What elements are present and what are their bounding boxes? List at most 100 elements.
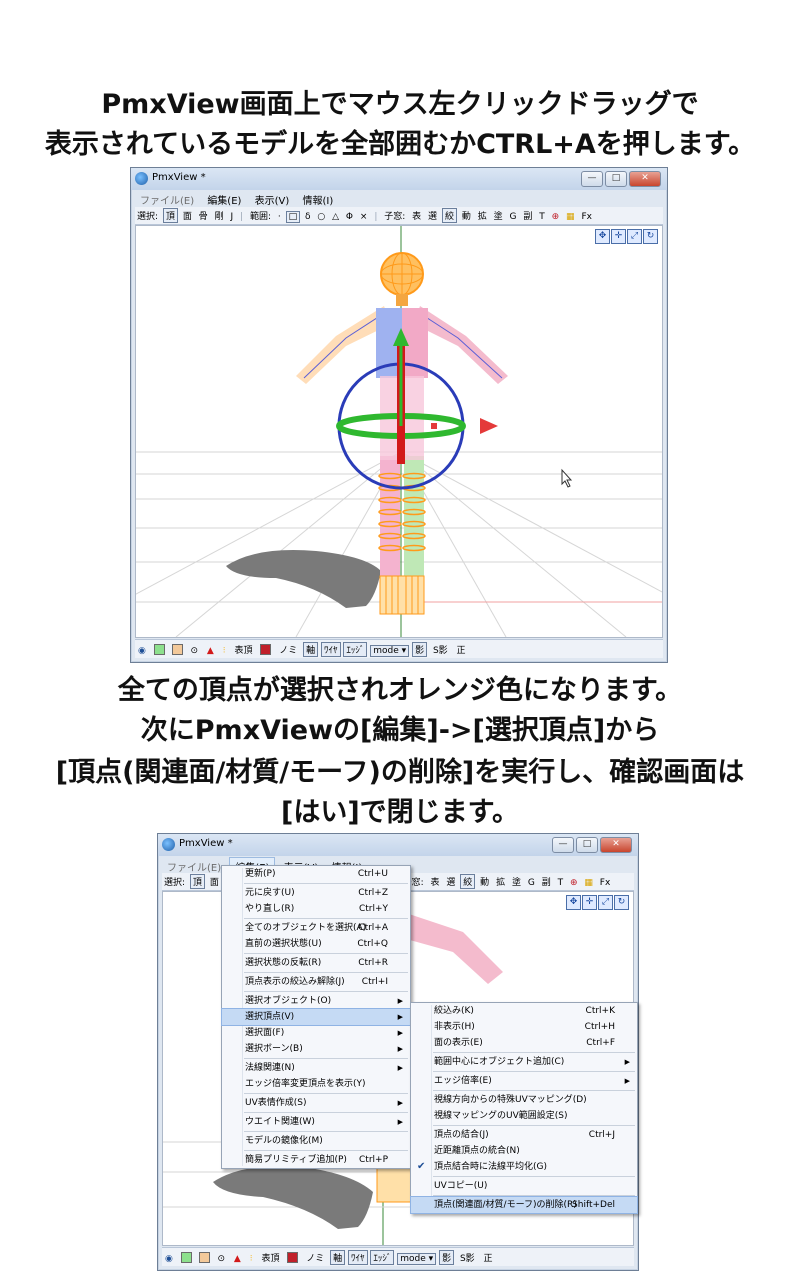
material-color-icon[interactable] — [198, 1252, 210, 1263]
child-g[interactable]: G — [508, 210, 519, 222]
range-triangle[interactable]: △ — [330, 210, 341, 222]
child-paint[interactable]: 塗 — [510, 873, 523, 888]
edge-toggle[interactable]: ｴｯｼﾞ — [343, 642, 368, 657]
child-table[interactable]: 表 — [410, 207, 423, 222]
red-triangle-icon[interactable]: ▲ — [204, 643, 217, 656]
axis-toggle[interactable]: 軸 — [330, 1250, 346, 1265]
edit-menu-item[interactable]: エッジ倍率変更頂点を表示(Y) — [222, 1076, 410, 1092]
menu-info[interactable]: 情報(I) — [297, 191, 338, 207]
self-shadow-toggle[interactable]: S影 — [457, 1248, 478, 1264]
select-mode-face[interactable]: 面 — [181, 207, 194, 222]
edit-menu-item[interactable]: 選択オブジェクト(O) ▶ — [222, 993, 410, 1009]
material-swatch[interactable] — [260, 644, 272, 655]
select-mode-face[interactable]: 面 — [208, 873, 221, 888]
red-triangle-icon[interactable]: ▲ — [231, 1251, 244, 1264]
title-bar[interactable]: PmxView * — □ ✕ — [131, 168, 667, 190]
front-view-button[interactable]: 正 — [454, 640, 469, 656]
range-x[interactable]: × — [358, 210, 370, 222]
edit-menu-item[interactable]: ウエイト関連(W) ▶ — [222, 1114, 410, 1130]
menu-edit[interactable]: 編集(E) — [202, 191, 246, 207]
child-filter[interactable]: 絞 — [460, 874, 476, 889]
maximize-button[interactable]: □ — [605, 171, 627, 187]
vertex-submenu-item[interactable]: 非表示(H) Ctrl+H — [411, 1019, 637, 1035]
edit-menu-item[interactable]: 更新(P) Ctrl+U — [222, 866, 410, 882]
maximize-button[interactable]: □ — [576, 837, 598, 853]
edit-menu-item[interactable]: 選択頂点(V) ▶ — [221, 1008, 411, 1026]
grid-toggle-icon[interactable]: ▦ — [564, 210, 577, 222]
child-sub[interactable]: 副 — [540, 873, 553, 888]
child-scale[interactable]: 拡 — [494, 873, 507, 888]
range-rect[interactable]: □ — [285, 211, 301, 223]
bone-display-icon[interactable]: ⁝ — [247, 1251, 256, 1264]
child-select[interactable]: 選 — [444, 873, 457, 888]
bone-display-icon[interactable]: ⁝ — [220, 643, 229, 656]
edit-menu-item[interactable]: 元に戻す(U) Ctrl+Z — [222, 885, 410, 901]
vertex-submenu-item[interactable]: エッジ倍率(E) ▶ — [411, 1073, 637, 1089]
front-view-button[interactable]: 正 — [481, 1248, 496, 1264]
gizmo-toggle-icon[interactable]: ⊕ — [550, 210, 562, 222]
menu-file[interactable]: ファイル(E) — [135, 191, 199, 207]
edit-menu-item[interactable]: 頂点表示の絞込み解除(J) Ctrl+I — [222, 974, 410, 990]
mode-dropdown[interactable]: mode ▾ — [397, 1253, 437, 1265]
child-move[interactable]: 動 — [460, 207, 473, 222]
vertex-submenu-item[interactable]: 視線方向からの特殊UVマッピング(D) — [411, 1092, 637, 1108]
select-mode-vertex[interactable]: 頂 — [162, 208, 178, 223]
menu-view[interactable]: 表示(V) — [250, 191, 295, 207]
child-t[interactable]: T — [537, 210, 547, 222]
vertex-submenu-item[interactable]: 近距離頂点の統合(N) — [411, 1143, 637, 1159]
minimize-button[interactable]: — — [552, 837, 574, 853]
shadow-toggle[interactable]: 影 — [412, 642, 428, 657]
edit-menu-item[interactable]: 簡易プリミティブ追加(P) Ctrl+P — [222, 1152, 410, 1168]
edit-menu-item[interactable]: 直前の選択状態(U) Ctrl+Q — [222, 936, 410, 952]
fx-button[interactable]: Fx — [579, 210, 594, 222]
vertex-submenu-item[interactable]: 面の表示(E) Ctrl+F — [411, 1035, 637, 1051]
axis-toggle[interactable]: 軸 — [303, 642, 319, 657]
self-shadow-toggle[interactable]: S影 — [430, 640, 451, 656]
child-g[interactable]: G — [526, 876, 537, 888]
select-mode-joint[interactable]: J — [228, 210, 235, 222]
child-move[interactable]: 動 — [478, 873, 491, 888]
vertex-submenu-item[interactable]: 頂点(関連面/材質/モーフ)の削除(R) Shift+Del — [410, 1196, 638, 1214]
3d-viewport[interactable]: ✥ ✛ ⤢ ↻ — [135, 225, 663, 638]
close-button[interactable]: ✕ — [600, 837, 632, 853]
child-sub[interactable]: 副 — [521, 207, 534, 222]
edit-menu-item[interactable]: モデルの鏡像化(M) — [222, 1133, 410, 1149]
edit-menu-item[interactable]: 全てのオブジェクトを選択(A) Ctrl+A — [222, 920, 410, 936]
child-paint[interactable]: 塗 — [492, 207, 505, 222]
wire-toggle[interactable]: ﾜｲﾔ — [321, 642, 341, 657]
title-bar[interactable]: PmxView * — □ ✕ — [158, 834, 638, 856]
child-t[interactable]: T — [556, 876, 566, 888]
edge-toggle[interactable]: ｴｯｼﾞ — [370, 1250, 395, 1265]
child-filter[interactable]: 絞 — [441, 208, 457, 223]
edit-menu-item[interactable]: 選択面(F) ▶ — [222, 1025, 410, 1041]
camera-reset-icon[interactable]: ◉ — [135, 643, 149, 656]
menu-file[interactable]: ファイル(E) — [162, 858, 226, 874]
material-color-icon[interactable] — [171, 644, 183, 655]
shadow-toggle[interactable]: 影 — [439, 1250, 455, 1265]
edit-menu-item[interactable]: 選択ボーン(B) ▶ — [222, 1041, 410, 1057]
vertex-submenu-item[interactable]: 絞込み(K) Ctrl+K — [411, 1003, 637, 1019]
wire-toggle[interactable]: ﾜｲﾔ — [348, 1250, 368, 1265]
select-mode-vertex[interactable]: 頂 — [189, 874, 205, 889]
vertex-submenu-item[interactable]: ✔ 頂点結合時に法線平均化(G) — [411, 1159, 637, 1175]
minimize-button[interactable]: — — [581, 171, 603, 187]
light-icon[interactable] — [180, 1252, 192, 1263]
fx-button[interactable]: Fx — [598, 876, 613, 888]
child-table[interactable]: 表 — [429, 873, 442, 888]
child-scale[interactable]: 拡 — [476, 207, 489, 222]
vertex-submenu-item[interactable]: 頂点の結合(J) Ctrl+J — [411, 1127, 637, 1143]
grid-toggle-icon[interactable]: ▦ — [582, 876, 595, 888]
edit-menu-item[interactable]: 法線関連(N) ▶ — [222, 1060, 410, 1076]
edit-menu-item[interactable]: 選択状態の反転(R) Ctrl+R — [222, 955, 410, 971]
camera-reset-icon[interactable]: ◉ — [162, 1251, 176, 1264]
child-select[interactable]: 選 — [426, 207, 439, 222]
select-mode-bone[interactable]: 骨 — [197, 207, 210, 222]
range-delta[interactable]: δ — [303, 210, 313, 222]
edit-menu-item[interactable]: やり直し(R) Ctrl+Y — [222, 901, 410, 917]
range-phi[interactable]: Φ — [344, 210, 355, 222]
vertex-submenu-item[interactable]: 範囲中心にオブジェクト追加(C) ▶ — [411, 1054, 637, 1070]
edit-menu-item[interactable]: UV表情作成(S) ▶ — [222, 1095, 410, 1111]
vertex-submenu-item[interactable]: UVコピー(U) — [411, 1178, 637, 1194]
range-circle[interactable]: ○ — [315, 210, 327, 222]
mode-dropdown[interactable]: mode ▾ — [370, 645, 410, 657]
